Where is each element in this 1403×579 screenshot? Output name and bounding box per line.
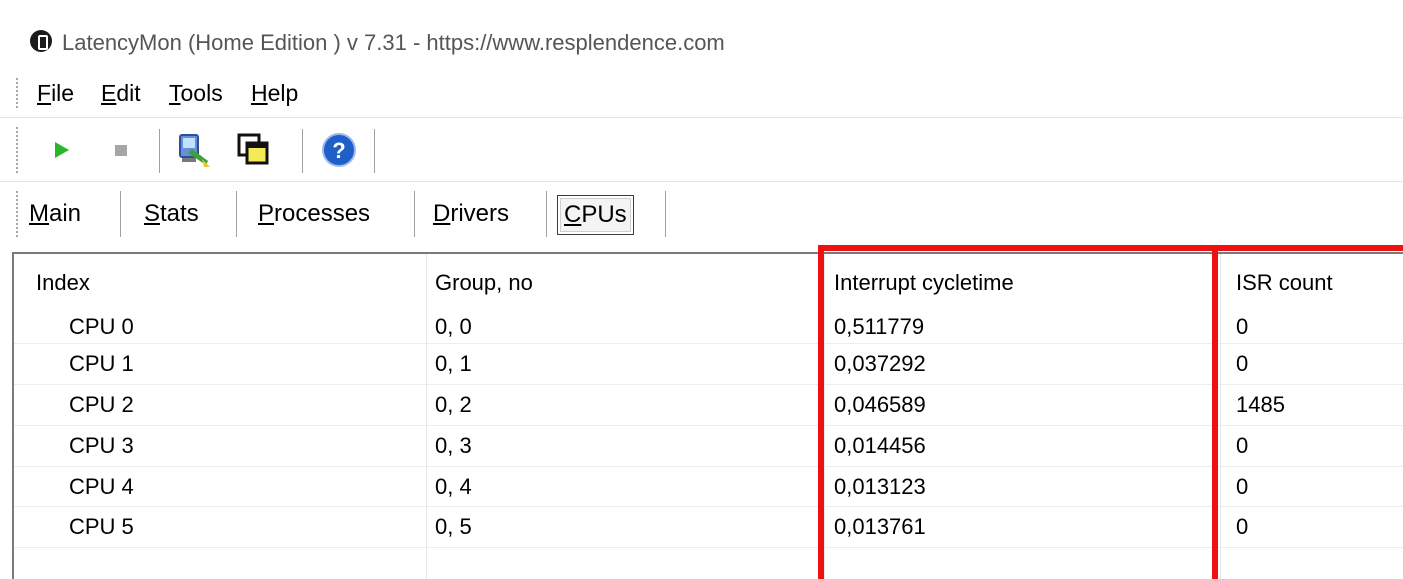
tab-main[interactable]: Main (23, 195, 87, 235)
toolbar-tabs-divider (0, 181, 1403, 182)
toolbar: ? (0, 119, 1403, 181)
stop-icon (115, 145, 127, 156)
stop-monitor-button[interactable] (100, 129, 142, 171)
remote-computer-button[interactable] (172, 129, 214, 171)
cell-index: CPU 0 (69, 314, 134, 339)
cell-index: CPU 4 (69, 474, 134, 499)
cell-group: 0, 1 (435, 351, 472, 376)
tab-divider (665, 191, 666, 237)
start-monitor-button[interactable] (40, 129, 82, 171)
window-title: LatencyMon (Home Edition ) v 7.31 - http… (62, 30, 725, 55)
svg-text:?: ? (332, 138, 345, 163)
menu-file[interactable]: File (37, 80, 74, 107)
cell-group: 0, 0 (435, 314, 472, 339)
toolbar-separator (374, 129, 375, 173)
menu-toolbar-divider (0, 117, 1403, 118)
toolbar-grip[interactable] (16, 127, 19, 173)
cell-group: 0, 2 (435, 392, 472, 417)
tab-divider (236, 191, 237, 237)
help-icon: ? (322, 133, 356, 167)
menu-tools[interactable]: Tools (169, 80, 223, 107)
cell-group: 0, 3 (435, 433, 472, 458)
cell-index: CPU 1 (69, 351, 134, 376)
tab-divider (120, 191, 121, 237)
windows-icon (237, 133, 269, 165)
tab-stats[interactable]: Stats (138, 195, 205, 235)
menu-help[interactable]: Help (251, 80, 298, 107)
tab-bar-grip[interactable] (16, 191, 19, 237)
cell-group: 0, 5 (435, 514, 472, 539)
remote-computer-icon (179, 134, 210, 167)
cell-index: CPU 2 (69, 392, 134, 417)
cell-group: 0, 4 (435, 474, 472, 499)
tab-bar: Main Stats Processes Drivers CPUs (0, 183, 1403, 249)
title-bar: LatencyMon (Home Edition ) v 7.31 - http… (0, 0, 1403, 66)
toolbar-separator (159, 129, 160, 173)
column-header-group[interactable]: Group, no (435, 270, 533, 296)
cell-index: CPU 3 (69, 433, 134, 458)
interrupt-cycletime-highlight-box (818, 245, 1218, 579)
menu-bar-grip[interactable] (16, 78, 19, 108)
tab-cpus[interactable]: CPUs (557, 195, 634, 235)
isr-count-highlight-box (1212, 245, 1403, 579)
tab-drivers[interactable]: Drivers (427, 195, 515, 235)
tab-divider (546, 191, 547, 237)
toolbar-separator (302, 129, 303, 173)
latencymon-app-icon (30, 30, 52, 52)
column-header-index[interactable]: Index (36, 270, 90, 296)
windows-button[interactable] (233, 129, 275, 171)
menu-edit[interactable]: Edit (101, 80, 141, 107)
tab-divider (414, 191, 415, 237)
help-button[interactable]: ? (318, 129, 360, 171)
menu-bar: File Edit Tools Help (0, 66, 1403, 118)
cell-index: CPU 5 (69, 514, 134, 539)
tab-processes[interactable]: Processes (252, 195, 376, 235)
play-icon (55, 142, 69, 158)
